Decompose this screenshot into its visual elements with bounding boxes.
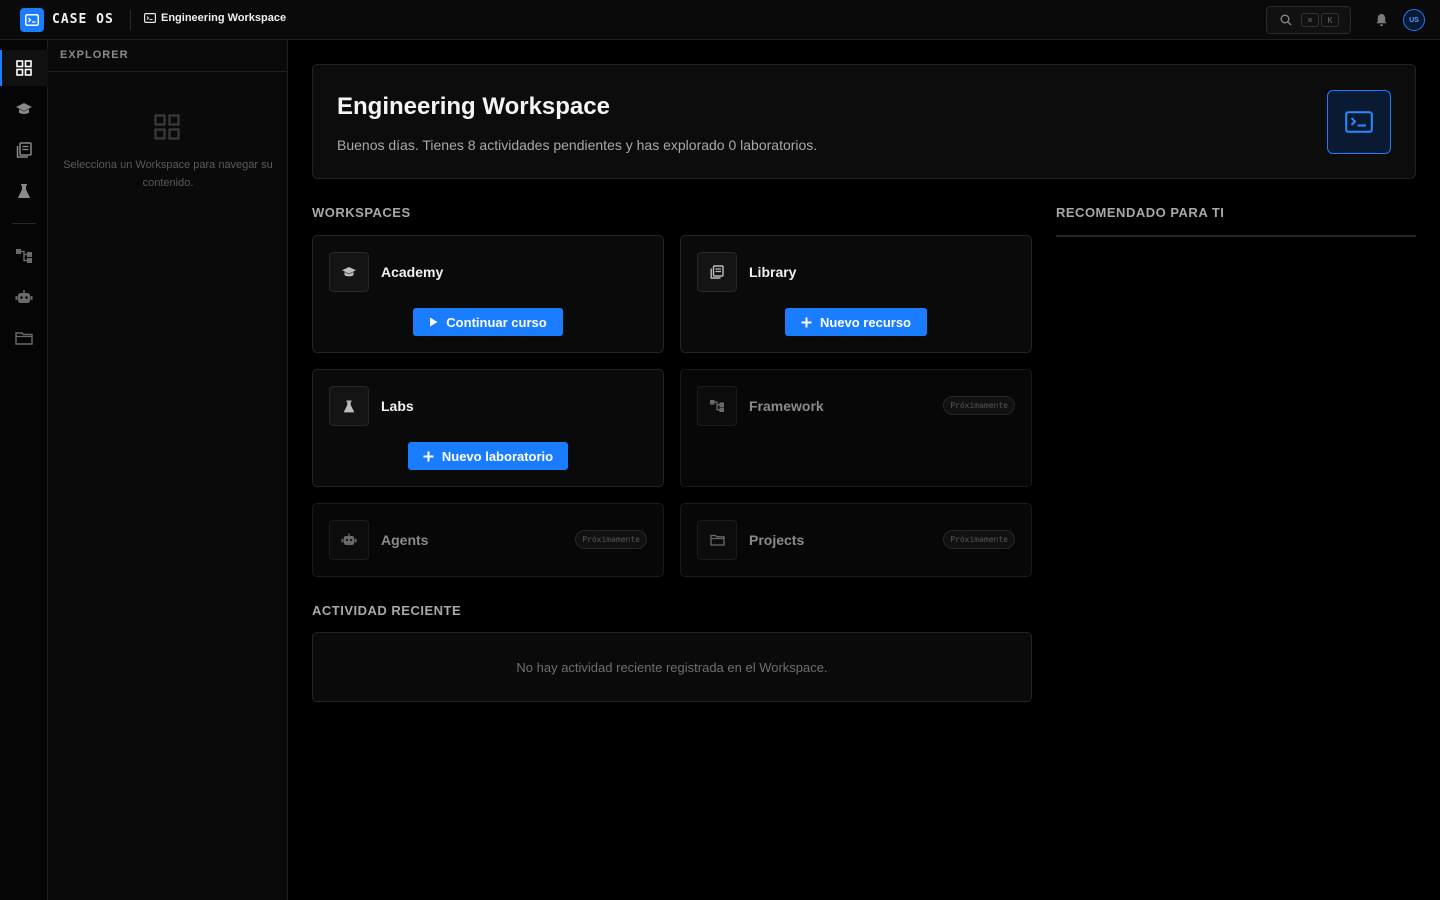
coming-soon-badge: Próximamente [575,530,647,549]
button-label: Continuar curso [446,314,547,330]
workspace-hero: Engineering Workspace Buenos días. Tiene… [312,64,1416,179]
agents-icon[interactable] [0,279,48,315]
breadcrumb[interactable]: Engineering Workspace [144,12,286,24]
dashboard-icon[interactable] [0,50,48,86]
button-label: Nuevo recurso [819,314,912,330]
button-label: Nuevo laboratorio [441,448,554,464]
explorer-empty-message: Selecciona un Workspace para navegar su … [63,159,273,189]
robot-icon [329,520,369,560]
workspaces-heading: WORKSPACES [312,205,411,220]
library-icon[interactable] [0,132,48,168]
workspace-card-title: Library [749,264,797,280]
grid-icon [154,114,180,140]
divider [130,10,131,30]
page-subtitle: Buenos días. Tienes 8 actividades pendie… [337,137,818,153]
coming-soon-badge: Próximamente [943,396,1015,415]
framework-icon[interactable] [0,238,48,274]
workspace-card-library[interactable]: Library Nuevo recurso [680,235,1032,353]
workspace-card-projects[interactable]: Projects Próximamente [680,503,1032,577]
library-icon [697,252,737,292]
academy-icon[interactable] [0,91,48,127]
workspace-card-title: Labs [381,398,414,414]
search-button[interactable]: ⌘ K [1266,6,1351,34]
rail-divider [12,223,36,224]
recommended-divider [1056,235,1416,237]
workspace-card-title: Academy [381,264,444,280]
workspace-card-title: Framework [749,398,824,414]
folder-icon [697,520,737,560]
shortcut-hint: ⌘ K [1301,13,1339,27]
flask-icon [329,386,369,426]
page-title: Engineering Workspace [337,93,610,120]
recent-activity-panel: No hay actividad reciente registrada en … [312,632,1032,702]
terminal-icon [1327,90,1391,154]
labs-icon[interactable] [0,173,48,209]
workspace-card-title: Projects [749,532,805,548]
search-icon [1280,14,1292,26]
kbd-key: ⌘ [1301,13,1319,27]
recent-activity-empty-message: No hay actividad reciente registrada en … [516,660,828,675]
projects-icon[interactable] [0,320,48,356]
new-lab-button[interactable]: Nuevo laboratorio [408,442,568,470]
activity-rail [0,40,48,900]
new-resource-button[interactable]: Nuevo recurso [785,308,927,336]
workspace-card-agents[interactable]: Agents Próximamente [312,503,664,577]
workspace-card-academy[interactable]: Academy Continuar curso [312,235,664,353]
play-icon [429,317,438,327]
bell-icon[interactable] [1375,13,1388,27]
plus-icon [801,317,812,328]
recommended-heading: RECOMENDADO PARA TI [1056,205,1225,220]
workspace-card-framework[interactable]: Framework Próximamente [680,369,1032,487]
explorer-title: EXPLORER [48,40,287,72]
hierarchy-icon [697,386,737,426]
terminal-icon [144,13,156,23]
graduation-cap-icon [329,252,369,292]
workspace-card-title: Agents [381,532,429,548]
breadcrumb-label: Engineering Workspace [161,12,287,24]
app-brand[interactable]: CASE OS [52,12,114,27]
plus-icon [423,451,434,462]
kbd-key: K [1321,13,1339,27]
continue-course-button[interactable]: Continuar curso [413,308,563,336]
coming-soon-badge: Próximamente [943,530,1015,549]
explorer-panel: EXPLORER Selecciona un Workspace para na… [48,40,288,900]
top-bar: CASE OS Engineering Workspace ⌘ K US [0,0,1440,40]
avatar[interactable]: US [1403,9,1425,31]
recent-activity-heading: ACTIVIDAD RECIENTE [312,603,462,618]
terminal-logo-icon[interactable] [20,8,44,32]
workspace-card-labs[interactable]: Labs Nuevo laboratorio [312,369,664,487]
